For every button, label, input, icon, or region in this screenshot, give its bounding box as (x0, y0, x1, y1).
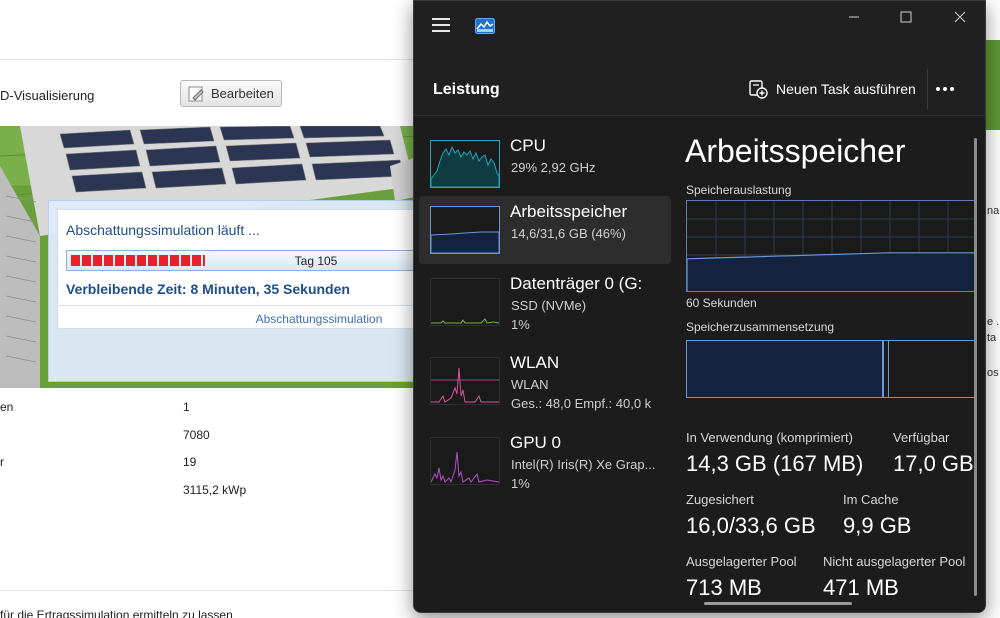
wlan-thumbnail-graph (430, 357, 500, 405)
table-key: en (0, 400, 14, 414)
memory-thumbnail-graph (430, 206, 500, 254)
horizontal-scrollbar[interactable] (704, 602, 852, 605)
page-header: Leistung Neuen Task ausführen (414, 63, 985, 115)
memory-usage-label: Speicherauslastung (686, 183, 792, 197)
simulation-title: Abschattungssimulation läuft ... (66, 222, 260, 238)
detail-title: Arbeitsspeicher (685, 133, 906, 169)
committed-label: Zugesichert (686, 492, 754, 507)
available-label: Verfügbar (893, 430, 950, 445)
background-hint-text: für die Ertragssimulation ermitteln zu l… (0, 608, 233, 618)
memory-composition-bar (686, 340, 975, 398)
cpu-sparkline (431, 145, 499, 187)
available-value: 17,0 GB (893, 451, 974, 476)
performance-body: CPU 29% 2,92 GHz Arbeitsspeicher 14,6/31… (414, 115, 985, 612)
sidebar-item-disk[interactable]: Datenträger 0 (G: SSD (NVMe) 1% (419, 268, 671, 336)
table-row: 3115,2 kWp (0, 477, 420, 505)
performance-sidebar: CPU 29% 2,92 GHz Arbeitsspeicher 14,6/31… (419, 116, 671, 612)
sidebar-item-gpu[interactable]: GPU 0 Intel(R) Iris(R) Xe Grap... 1% (419, 427, 671, 495)
table-row: en 1 (0, 394, 420, 422)
memory-detail-panel: Arbeitsspeicher Speicherauslastung 60 Se… (685, 116, 975, 612)
time-span-label: 60 Sekunden (686, 296, 757, 310)
table-value: 19 (183, 455, 197, 469)
hamburger-menu-icon[interactable] (432, 18, 450, 32)
background-right-text: na (987, 205, 1000, 217)
background-top-bar (0, 0, 420, 60)
memory-composition-label: Speicherzusammensetzung (686, 320, 835, 334)
in-use-value: 14,3 GB (167 MB) (686, 451, 864, 476)
background-right-text: os (987, 367, 999, 379)
minimize-icon[interactable] (844, 7, 864, 27)
table-value: 7080 (183, 427, 210, 442)
close-icon[interactable] (950, 7, 970, 27)
paged-pool-label: Ausgelagerter Pool (686, 554, 797, 569)
sidebar-item-subtitle: 29% 2,92 GHz (511, 160, 596, 175)
simulation-progress-bar: Tag 105 (66, 250, 426, 271)
shading-simulation-panel: Abschattungssimulation läuft ... Tag 105… (48, 200, 426, 382)
3d-visualization-label: D-Visualisierung (0, 88, 95, 103)
memory-modified-segment (886, 341, 889, 397)
sidebar-item-title: GPU 0 (510, 433, 562, 452)
background-divider (0, 590, 420, 591)
sidebar-item-subtitle: Intel(R) Iris(R) Xe Grap... (511, 457, 656, 472)
table-value: 3115,2 kWp (183, 482, 247, 497)
sidebar-item-subtitle: 14,6/31,6 GB (46%) (511, 226, 626, 241)
sidebar-item-detail: 1% (511, 317, 530, 332)
in-use-label: In Verwendung (komprimiert) (686, 430, 853, 445)
task-manager-logo-icon (475, 18, 495, 34)
run-new-task-label: Neuen Task ausführen (776, 81, 916, 97)
memory-usage-chart (687, 201, 975, 291)
gpu-thumbnail-graph (430, 437, 500, 485)
edit-button-label: Bearbeiten (211, 86, 274, 101)
more-options-button[interactable] (930, 77, 960, 101)
cached-value: 9,9 GB (843, 513, 912, 538)
system-summary-table: en 1 7080 r 19 3115,2 kWp (0, 394, 420, 504)
table-row: 7080 (0, 422, 420, 450)
sidebar-item-detail: 1% (511, 476, 530, 491)
simulation-footer-label: Abschattungssimulation (57, 305, 421, 329)
background-right-text: e . (987, 316, 1000, 328)
sidebar-item-title: Arbeitsspeicher (510, 202, 628, 221)
memory-in-use-segment (687, 341, 884, 397)
edit-button[interactable]: Bearbeiten (180, 80, 282, 107)
table-key: r (0, 455, 4, 469)
sidebar-item-subtitle: WLAN (511, 377, 549, 392)
nonpaged-pool-label: Nicht ausgelagerter Pool (823, 554, 966, 569)
sidebar-item-memory[interactable]: Arbeitsspeicher 14,6/31,6 GB (46%) (419, 196, 671, 264)
sidebar-item-title: Datenträger 0 (G: (510, 274, 643, 293)
maximize-icon[interactable] (896, 7, 916, 27)
background-right-text: ta (987, 332, 997, 344)
screen: D-Visualisierung Bearbeiten Abschattungs… (0, 0, 1000, 618)
cpu-thumbnail-graph (430, 140, 500, 188)
table-value: 1 (183, 400, 190, 414)
simulation-day-label: Tag 105 (294, 254, 338, 268)
new-task-icon (749, 80, 768, 99)
sidebar-item-title: WLAN (510, 353, 560, 372)
sidebar-item-detail: Ges.: 48,0 Empf.: 40,0 k (511, 396, 652, 411)
gpu-sparkline (431, 451, 499, 484)
title-bar[interactable] (414, 1, 985, 51)
pencil-icon (188, 86, 204, 101)
sidebar-item-title: CPU (510, 136, 546, 155)
nonpaged-pool-value: 471 MB (823, 575, 899, 600)
memory-usage-graph (686, 200, 975, 292)
run-new-task-button[interactable]: Neuen Task ausführen (748, 75, 916, 103)
page-title: Leistung (433, 81, 500, 98)
memory-sparkline (431, 231, 499, 253)
header-separator (927, 69, 928, 109)
disk-thumbnail-graph (430, 278, 500, 326)
sidebar-item-subtitle: SSD (NVMe) (511, 298, 587, 313)
wlan-sparkline (431, 367, 499, 403)
table-row: r 19 (0, 449, 420, 477)
background-right-image (986, 40, 1000, 130)
task-manager-window: Leistung Neuen Task ausführen CPU 29% 2,… (413, 0, 986, 613)
paged-pool-value: 713 MB (686, 575, 762, 600)
simulation-remaining-time: Verbleibende Zeit: 8 Minuten, 35 Sekunde… (66, 281, 350, 297)
disk-sparkline (431, 318, 499, 324)
sidebar-item-cpu[interactable]: CPU 29% 2,92 GHz (419, 130, 671, 198)
sidebar-item-wlan[interactable]: WLAN WLAN Ges.: 48,0 Empf.: 40,0 k (419, 347, 671, 415)
committed-value: 16,0/33,6 GB (686, 513, 816, 538)
cached-label: Im Cache (843, 492, 899, 507)
vertical-scrollbar[interactable] (974, 138, 977, 596)
